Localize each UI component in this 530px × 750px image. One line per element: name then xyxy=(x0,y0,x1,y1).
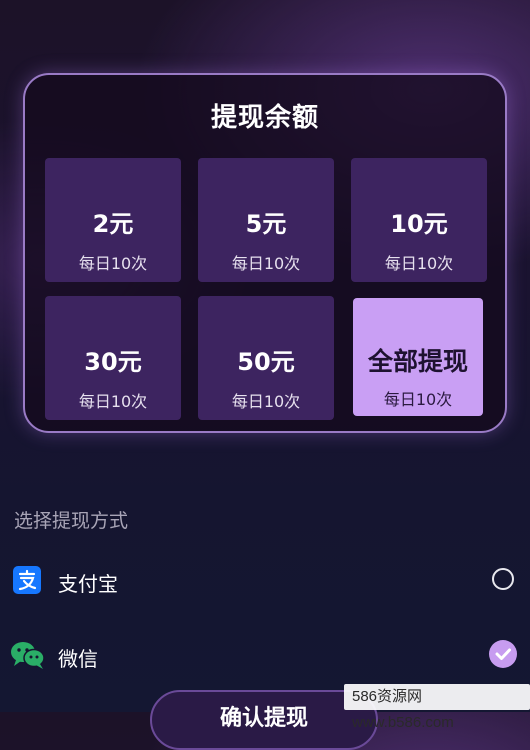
alipay-radio[interactable] xyxy=(492,568,514,590)
amount-label: 30元 xyxy=(84,348,142,376)
confirm-withdraw-label: 确认提现 xyxy=(219,706,308,731)
wechat-radio-checked[interactable] xyxy=(489,640,517,668)
amount-option-50[interactable]: 50元 每日10次 xyxy=(198,296,334,420)
amount-option-30[interactable]: 30元 每日10次 xyxy=(45,296,181,420)
amount-label: 2元 xyxy=(92,210,134,238)
amount-label: 10元 xyxy=(390,210,448,238)
check-icon xyxy=(495,648,511,660)
payment-option-wechat[interactable]: 微信 xyxy=(0,631,530,681)
amount-option-5[interactable]: 5元 每日10次 xyxy=(198,158,334,282)
wechat-icon xyxy=(10,640,46,670)
wechat-label: 微信 xyxy=(58,647,98,671)
alipay-icon xyxy=(12,565,42,595)
limit-label: 每日10次 xyxy=(231,254,301,273)
amount-label: 5元 xyxy=(245,210,287,238)
amount-option-10[interactable]: 10元 每日10次 xyxy=(351,158,487,282)
amount-option-all[interactable]: 全部提现 每日10次 xyxy=(353,298,483,416)
alipay-label: 支付宝 xyxy=(58,572,118,596)
limit-label: 每日10次 xyxy=(78,392,148,411)
amount-label: 全部提现 xyxy=(367,347,468,376)
payment-method-label: 选择提现方式 xyxy=(14,510,129,532)
payment-option-alipay[interactable]: 支付宝 xyxy=(0,556,530,606)
limit-label: 每日10次 xyxy=(231,392,301,411)
watermark: 586资源网 www.b586.com xyxy=(344,684,530,731)
limit-label: 每日10次 xyxy=(384,254,454,273)
withdraw-amount-panel: 提现余额 2元 每日10次 5元 每日10次 10元 每日10次 30元 每日1… xyxy=(23,73,507,433)
panel-title: 提现余额 xyxy=(210,103,319,133)
limit-label: 每日10次 xyxy=(78,254,148,273)
limit-label: 每日10次 xyxy=(383,390,453,409)
amount-option-2[interactable]: 2元 每日10次 xyxy=(45,158,181,282)
amount-label: 50元 xyxy=(237,348,295,376)
